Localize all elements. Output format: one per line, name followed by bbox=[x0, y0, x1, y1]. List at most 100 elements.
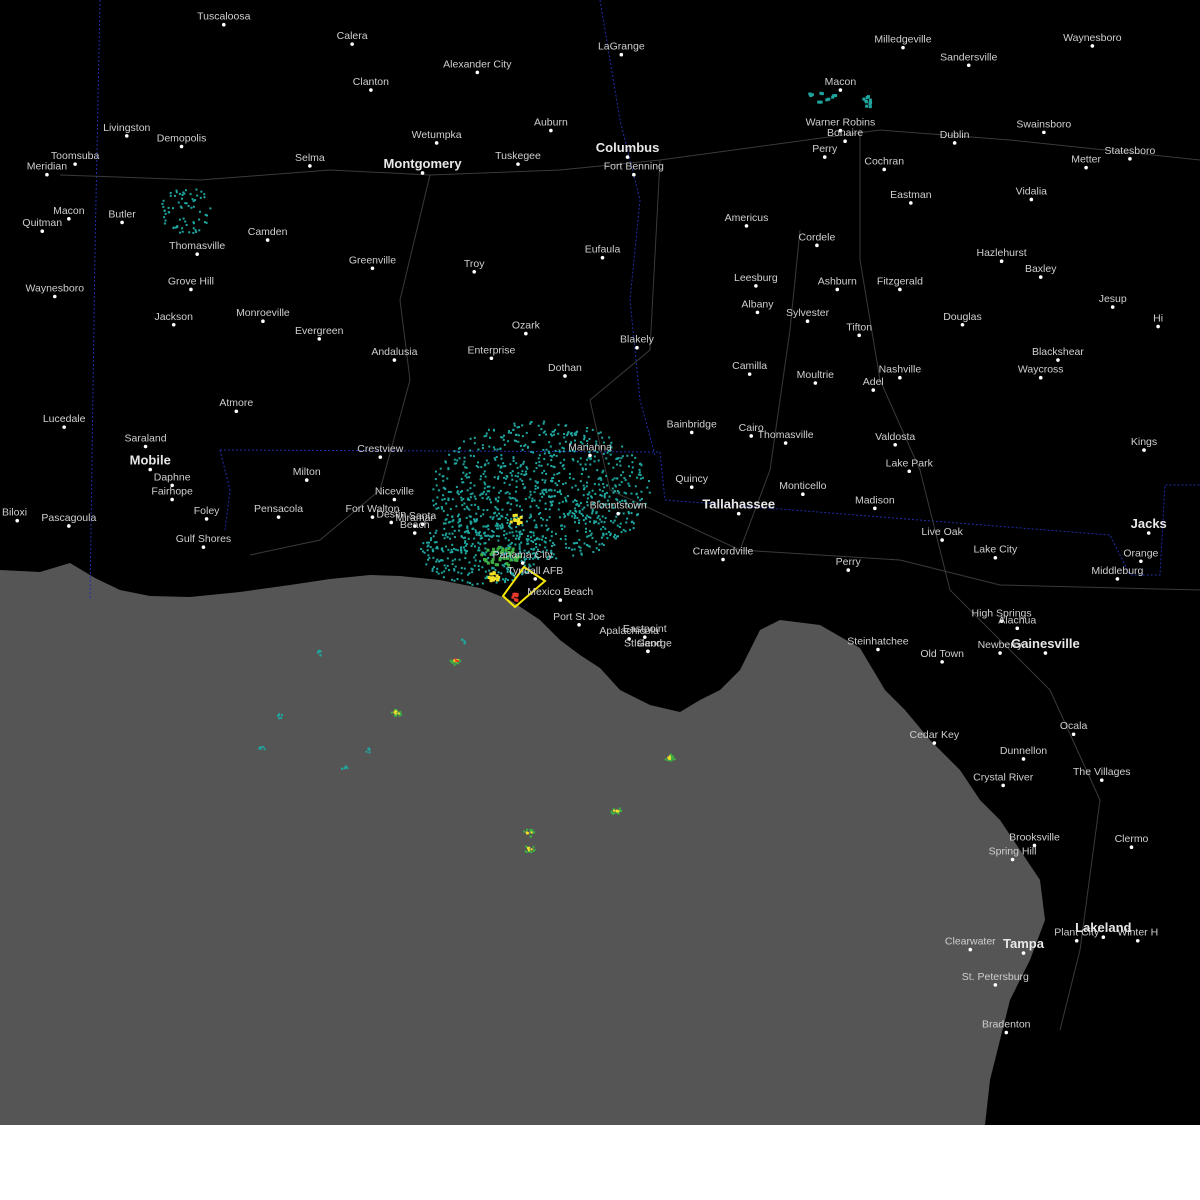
radar-pixel bbox=[532, 534, 535, 537]
radar-pixel bbox=[513, 424, 516, 427]
radar-pixel bbox=[591, 536, 594, 539]
city-label: Blackshear bbox=[1032, 346, 1084, 358]
radar-pixel bbox=[635, 492, 638, 495]
radar-pixel bbox=[546, 519, 549, 522]
city-marker bbox=[1010, 857, 1015, 862]
radar-pixel bbox=[444, 460, 447, 463]
radar-pixel bbox=[586, 501, 589, 504]
city-label: Enterprise bbox=[467, 344, 515, 356]
city-label: Gulf Shores bbox=[176, 533, 231, 545]
radar-pixel bbox=[616, 457, 619, 460]
radar-pixel bbox=[590, 532, 593, 535]
radar-pixel bbox=[445, 502, 448, 505]
radar-pixel bbox=[581, 467, 584, 470]
radar-pixel bbox=[597, 515, 600, 518]
city-marker bbox=[646, 649, 650, 654]
radar-pixel bbox=[608, 436, 611, 439]
radar-pixel bbox=[463, 567, 466, 570]
city-marker bbox=[369, 88, 373, 92]
city-marker bbox=[221, 22, 226, 27]
radar-pixel bbox=[449, 551, 452, 554]
radar-pixel bbox=[553, 473, 556, 476]
city-label: Waynesboro bbox=[25, 283, 84, 295]
city-marker bbox=[1074, 938, 1079, 943]
radar-pixel bbox=[600, 536, 603, 539]
radar-pixel bbox=[521, 448, 524, 451]
radar-pixel bbox=[591, 512, 594, 515]
radar-pixel bbox=[456, 459, 459, 462]
city-label: Evergreen bbox=[295, 325, 344, 337]
radar-pixel bbox=[452, 547, 455, 550]
radar-pixel bbox=[446, 557, 449, 560]
radar-pixel bbox=[541, 535, 544, 538]
radar-pixel bbox=[554, 449, 557, 452]
radar-pixel bbox=[478, 534, 481, 537]
radar-pixel bbox=[568, 546, 571, 549]
city-label: Clermo bbox=[1115, 833, 1149, 845]
radar-pixel bbox=[532, 845, 535, 848]
radar-map[interactable]: Tuscaloosa Macon Calera LaGrange Milledgevil… bbox=[0, 0, 1200, 1125]
radar-pixel bbox=[500, 572, 503, 575]
radar-pixel bbox=[451, 578, 454, 581]
radar-pixel bbox=[518, 545, 521, 548]
city-marker bbox=[412, 531, 417, 535]
radar-pixel bbox=[520, 509, 523, 512]
radar-pixel bbox=[498, 524, 501, 527]
radar-pixel bbox=[565, 424, 568, 427]
radar-pixel bbox=[608, 531, 611, 534]
radar-pixel bbox=[543, 481, 546, 484]
city-label: Foley bbox=[194, 505, 220, 517]
radar-pixel bbox=[420, 548, 423, 551]
radar-pixel bbox=[455, 548, 458, 551]
city-marker bbox=[1038, 275, 1043, 279]
city-label: Destin bbox=[376, 508, 406, 520]
radar-pixel bbox=[579, 549, 582, 552]
radar-pixel bbox=[492, 530, 495, 533]
radar-pixel bbox=[509, 526, 512, 529]
radar-pixel bbox=[441, 534, 444, 537]
radar-pixel bbox=[196, 194, 199, 197]
city-marker bbox=[747, 372, 752, 376]
radar-pixel bbox=[521, 532, 524, 535]
radar-pixel bbox=[473, 442, 476, 445]
radar-pixel bbox=[540, 538, 543, 541]
city-label: Meridian bbox=[27, 161, 67, 173]
radar-pixel bbox=[469, 487, 472, 490]
city-label: Blountstown bbox=[590, 500, 647, 512]
city-marker bbox=[940, 538, 944, 542]
radar-pixel bbox=[544, 479, 547, 482]
radar-pixel bbox=[495, 535, 498, 538]
radar-pixel bbox=[616, 810, 619, 813]
city-marker bbox=[378, 455, 383, 459]
radar-pixel bbox=[497, 575, 501, 579]
radar-pixel bbox=[539, 492, 542, 495]
city-marker bbox=[73, 162, 77, 166]
city-marker bbox=[893, 442, 897, 447]
radar-pixel bbox=[517, 537, 520, 540]
radar-pixel bbox=[597, 432, 600, 435]
radar-pixel bbox=[198, 218, 201, 221]
radar-pixel bbox=[461, 490, 464, 493]
radar-pixel bbox=[177, 201, 180, 204]
radar-pixel bbox=[432, 504, 435, 507]
city-marker bbox=[1015, 626, 1020, 631]
city-label: Fairhope bbox=[151, 485, 193, 497]
radar-pixel bbox=[184, 202, 187, 205]
radar-pixel bbox=[555, 557, 558, 560]
radar-pixel bbox=[502, 462, 505, 465]
radar-pixel bbox=[504, 465, 507, 468]
radar-pixel bbox=[866, 95, 870, 99]
radar-pixel bbox=[460, 572, 463, 575]
radar-pixel bbox=[672, 756, 675, 759]
radar-pixel bbox=[441, 507, 444, 510]
city-label: Alachua bbox=[998, 614, 1036, 626]
city-label: Camilla bbox=[732, 360, 767, 372]
radar-pixel bbox=[506, 521, 509, 524]
radar-pixel bbox=[432, 566, 435, 569]
radar-pixel bbox=[473, 564, 476, 567]
radar-pixel bbox=[620, 531, 623, 534]
radar-pixel bbox=[469, 449, 472, 452]
radar-pixel bbox=[489, 436, 492, 439]
radar-pixel bbox=[537, 457, 540, 460]
radar-pixel bbox=[495, 581, 498, 584]
